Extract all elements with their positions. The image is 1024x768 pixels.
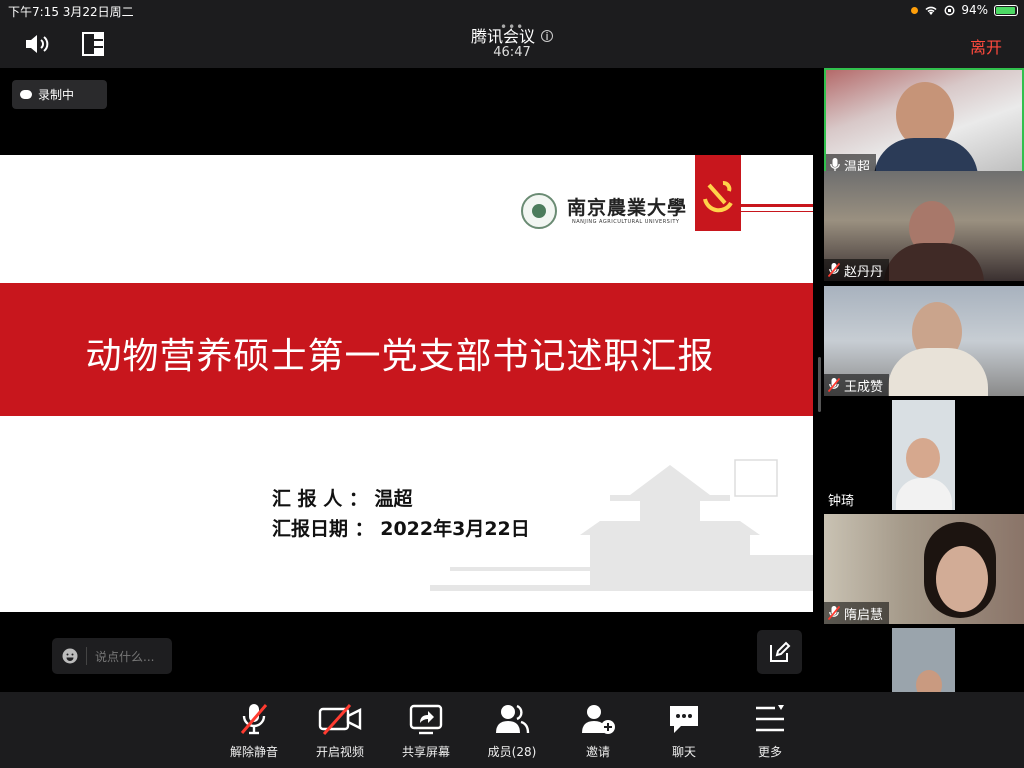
recording-badge[interactable]: 录制中 [12,80,107,109]
emoji-icon[interactable] [62,648,78,664]
university-seal-icon [521,193,557,229]
meeting-title[interactable]: 腾讯会议 i [0,23,1024,47]
start-video-button[interactable]: 开启视频 [300,702,380,760]
presentation-slide: 南京農業大學 NANJING AGRICULTURAL UNIVERSITY 动… [0,155,813,612]
participant-video [892,400,955,510]
shared-screen-area: 录制中 南京農業大學 NANJING AGRICULTURAL UNIVERSI… [0,68,821,692]
participant-video-body [888,348,988,396]
camera-off-icon [318,703,362,736]
chat-label: 聊天 [671,745,696,759]
chat-button[interactable]: 聊天 [644,702,724,760]
cloud-icon [20,90,32,99]
annotate-pen-icon [769,641,790,662]
more-menu-icon [756,705,784,732]
report-date-line: 汇报日期 ： 2022年3月22日 [272,518,530,540]
mic-muted-icon [828,606,840,620]
start-video-label: 开启视频 [315,745,364,759]
reporter-line: 汇 报 人 ： 温超 [272,488,413,510]
decor-line-thin [741,211,813,212]
orientation-lock-icon [944,4,955,16]
party-emblem-icon [703,181,733,213]
unmute-label: 解除静音 [229,745,278,759]
mic-muted-icon [240,704,268,735]
chat-placeholder: 说点什么... [95,649,155,664]
invite-button[interactable]: 邀请 [558,702,638,760]
leave-button[interactable]: 离开 [970,34,1002,58]
more-label: 更多 [757,745,782,759]
meeting-toolbar: 解除静音 开启视频 共享屏幕 成员(28) 邀请 聊天 更多 [0,692,1024,768]
mic-muted-icon [828,378,840,392]
participant-name: 赵丹丹 [844,264,884,280]
status-time-date: 下午7:15 3月22日周二 [8,5,134,19]
party-emblem-box [695,155,741,231]
participant-video-body [884,243,984,281]
participant-name: 隋启慧 [844,607,884,623]
battery-icon [994,4,1018,16]
annotate-button[interactable] [757,630,802,674]
participant-label: 王成赞 [824,374,890,396]
wifi-icon [925,6,937,15]
participant-name: 钟琦 [828,493,855,509]
meeting-title-text: 腾讯会议 [470,27,535,46]
chat-separator [86,647,87,665]
participant-tile[interactable]: 隋启慧 [824,514,1024,624]
participant-video [892,628,955,692]
share-screen-label: 共享屏幕 [401,745,450,759]
decor-line [741,204,813,207]
battery-percent: 94% [961,3,988,17]
info-icon[interactable]: i [541,30,553,42]
status-right: 94% [911,3,1018,17]
participant-label: 赵丹丹 [824,259,890,281]
chat-bubble-icon [670,706,698,733]
members-icon [496,704,530,734]
participant-tile[interactable]: 王成赞 [824,286,1024,396]
participant-tile[interactable] [824,628,1024,692]
meeting-timer: 46:47 [493,45,531,60]
invite-label: 邀请 [585,745,610,759]
mic-muted-icon [828,263,840,277]
participant-name: 王成赞 [844,379,884,395]
mic-icon [830,158,840,172]
chat-input[interactable]: 说点什么... [52,638,172,674]
participant-face [936,546,988,612]
invite-user-icon [582,705,615,734]
participant-tile[interactable]: 温超 [824,68,1024,178]
unmute-button[interactable]: 解除静音 [214,702,294,760]
share-screen-icon [409,704,443,735]
participant-face [906,438,940,478]
status-bar: 下午7:15 3月22日周二 94% [0,0,1024,20]
members-label: 成员(28) [487,745,537,759]
university-name-en: NANJING AGRICULTURAL UNIVERSITY [572,219,680,225]
university-name-cn: 南京農業大學 [567,197,688,219]
participant-face [916,670,942,692]
slide-title: 动物营养硕士第一党支部书记述职汇报 [85,336,715,377]
recording-dot-icon [911,6,919,14]
more-button[interactable]: 更多 [730,702,810,760]
participant-tile[interactable]: 赵丹丹 [824,171,1024,281]
participant-label: 钟琦 [824,488,860,510]
participant-tile[interactable]: 钟琦 [824,400,1024,510]
members-button[interactable]: 成员(28) [472,702,552,760]
share-screen-button[interactable]: 共享屏幕 [386,702,466,760]
participant-label: 隋启慧 [824,602,890,624]
drag-handle[interactable] [818,357,821,412]
recording-label: 录制中 [38,88,75,102]
meeting-header: ••• 腾讯会议 i 46:47 离开 [0,20,1024,68]
participant-video-body [896,478,952,510]
